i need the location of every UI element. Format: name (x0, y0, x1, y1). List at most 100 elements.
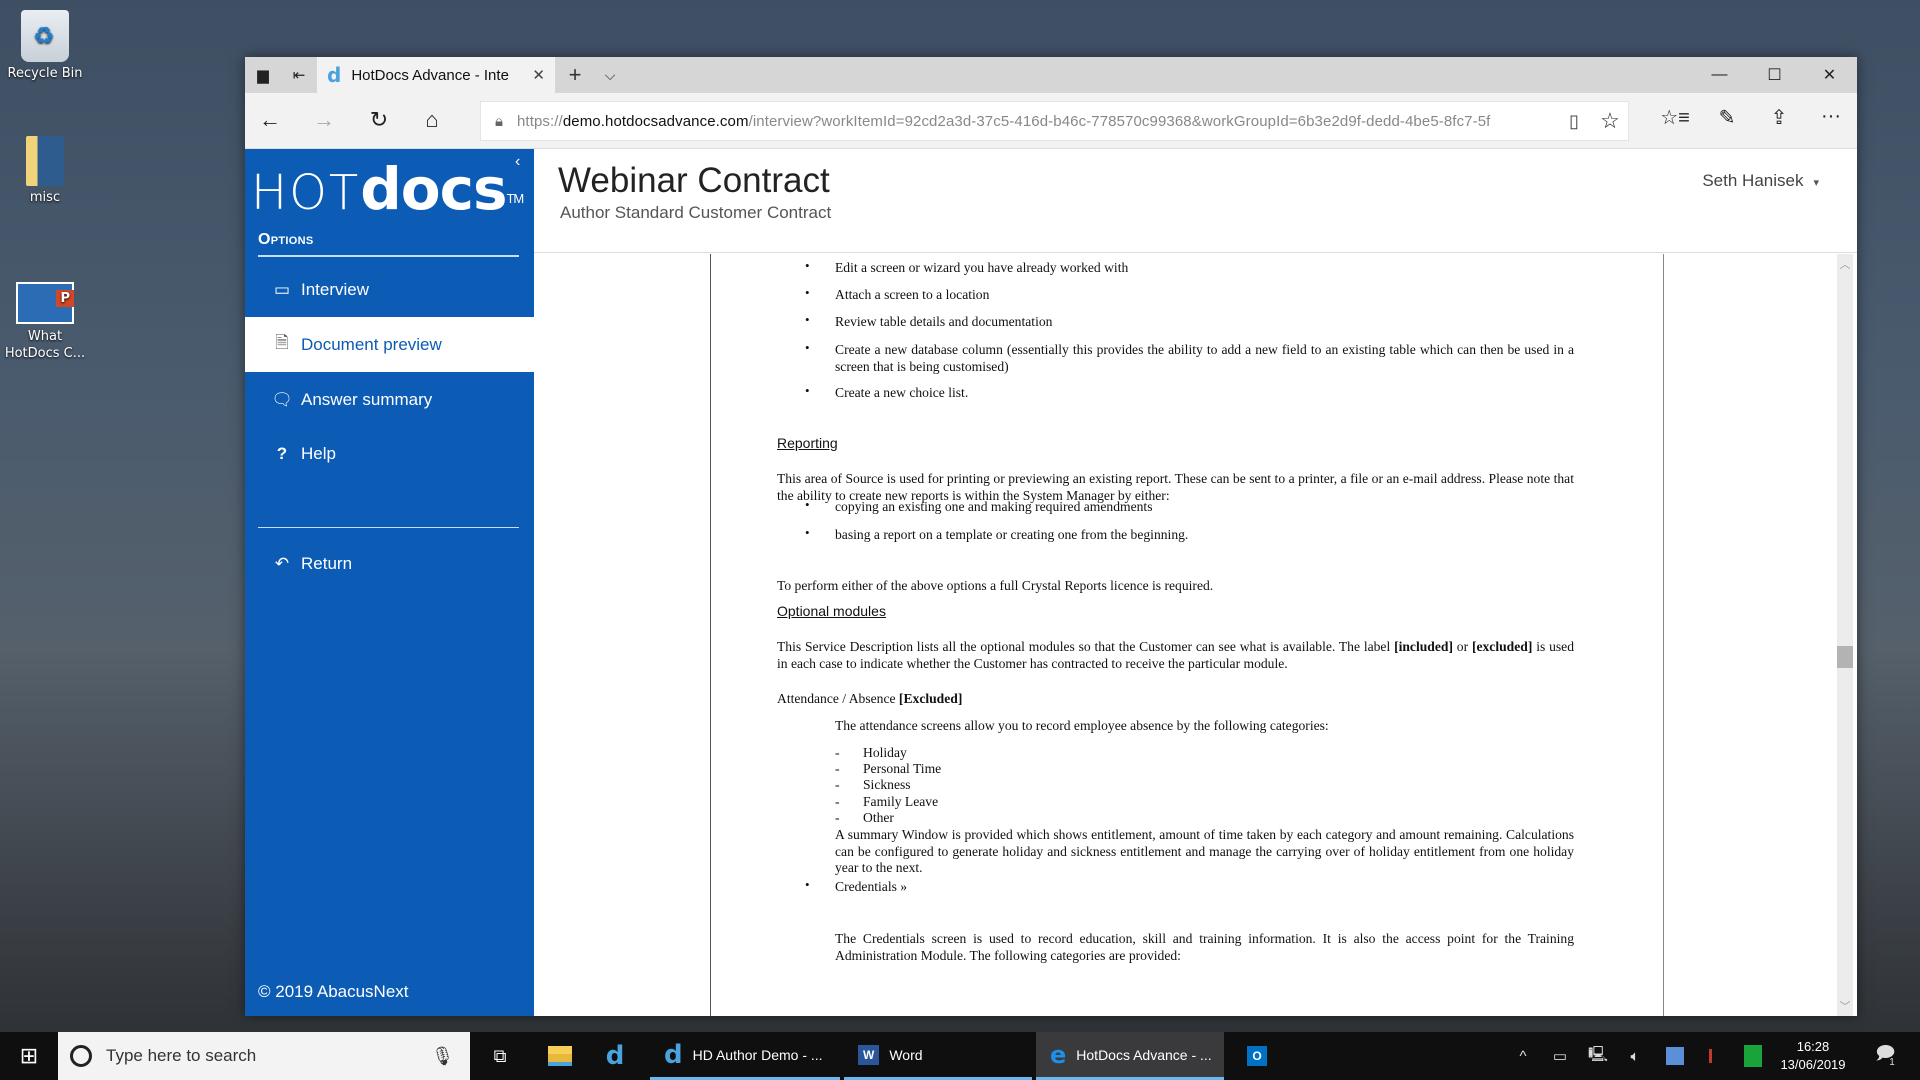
word-icon: W (858, 1044, 880, 1065)
network-icon[interactable]: 🖳︎ (1583, 1032, 1613, 1080)
tray-status-icon[interactable] (1738, 1032, 1768, 1080)
sidebar-item-document-preview[interactable]: 🗎︎ Document preview (245, 317, 534, 372)
volume-icon[interactable]: 🔈︎ (1620, 1032, 1650, 1080)
desktop-icon-misc[interactable]: misc (0, 136, 90, 205)
tray-app-icon[interactable] (1660, 1032, 1690, 1080)
hotdocs-pinned-icon[interactable]: d (590, 1032, 640, 1080)
desktop-icon-what-hotdocs[interactable]: What HotDocs C... (0, 282, 90, 362)
sidebar: HOTdocsTM ‹ Options ▭ Interview 🗎︎ Docum… (245, 149, 534, 1016)
bullet: • (805, 312, 810, 327)
scrollbar-thumb[interactable] (1837, 646, 1853, 668)
dash: - (835, 745, 840, 760)
browser-window: ▆ ⇤ d HotDocs Advance - Inte ✕ + ⌵ — ☐ ✕… (245, 57, 1857, 1016)
desktop-icon-label: What HotDocs C... (4, 329, 86, 361)
taskbar-app-label: Word (889, 1046, 923, 1063)
chat-bubbles-icon: 🗨︎ (271, 389, 293, 409)
show-hidden-icons-chevron[interactable]: ^ (1508, 1032, 1538, 1080)
category-item: Holiday (863, 745, 907, 760)
taskbar-app-label: HotDocs Advance - ... (1076, 1046, 1212, 1063)
taskbar-search[interactable]: Type here to search 🎙︎ (58, 1032, 470, 1080)
bullet: • (805, 877, 810, 892)
browser-tab[interactable]: d HotDocs Advance - Inte ✕ (317, 57, 555, 93)
user-menu[interactable]: Seth Hanisek ▾ (1702, 171, 1819, 191)
sidebar-item-interview[interactable]: ▭ Interview (245, 262, 534, 317)
close-window-button[interactable]: ✕ (1802, 57, 1857, 93)
sidebar-item-help[interactable]: ? Help (245, 426, 534, 481)
more-menu-icon[interactable]: ··· (1805, 105, 1857, 130)
url-scheme: https:// (516, 112, 563, 130)
file-explorer-icon[interactable] (535, 1032, 585, 1080)
start-button[interactable]: ⊞ (0, 1032, 58, 1080)
taskbar-app-hotdocs-advance[interactable]: e HotDocs Advance - ... (1036, 1032, 1224, 1080)
url-text[interactable]: https://demo.hotdocsadvance.com/intervie… (517, 113, 1556, 130)
document-page: • Edit a screen or wizard you have alrea… (710, 254, 1664, 1016)
refresh-button[interactable]: ↻ (362, 105, 396, 135)
category-item: Sickness (863, 777, 911, 792)
module-title-attendance: Attendance / Absence [Excluded] (777, 691, 963, 706)
battery-icon[interactable]: ▭ (1545, 1032, 1575, 1080)
sidebar-item-return[interactable]: ↶ Return (245, 536, 534, 591)
clock[interactable]: 16:28 13/06/2019 (1770, 1038, 1856, 1074)
user-name: Seth Hanisek (1702, 171, 1804, 190)
tab-list-chevron-icon[interactable]: ⌵ (595, 67, 625, 84)
favorite-star-icon[interactable]: ☆ (1592, 108, 1628, 134)
section-heading-optional-modules: Optional modules (777, 603, 886, 619)
time: 16:28 (1796, 1039, 1830, 1054)
sidebar-item-label: Interview (301, 279, 370, 299)
paragraph: The attendance screens allow you to reco… (835, 718, 1329, 733)
task-view-icon[interactable]: ⧉ (475, 1032, 525, 1080)
bullet: • (805, 340, 810, 355)
forward-button[interactable]: → (307, 105, 341, 135)
share-icon[interactable]: ⇪ (1753, 105, 1805, 130)
collapse-sidebar-icon[interactable]: ‹ (515, 153, 520, 171)
address-bar[interactable]: 🔒︎ https://demo.hotdocsadvance.com/inter… (480, 101, 1629, 141)
list-item: Credentials » (835, 879, 908, 894)
search-placeholder: Type here to search (106, 1046, 257, 1065)
scroll-up-icon[interactable]: ︿ (1837, 256, 1853, 272)
url-path: /interview?workItemId=92cd2a3d-37c5-416d… (748, 112, 1491, 130)
back-button[interactable]: ← (253, 105, 287, 135)
paragraph: The Credentials screen is used to record… (835, 931, 1574, 963)
divider (258, 527, 519, 528)
section-heading-reporting: Reporting (777, 435, 838, 451)
recycle-bin-icon (21, 10, 69, 62)
list-item: Review table details and documentation (835, 314, 1053, 329)
help-icon: ? (276, 443, 288, 463)
new-tab-button[interactable]: + (555, 62, 595, 88)
sidebar-item-answer-summary[interactable]: 🗨︎ Answer summary (245, 372, 534, 427)
options-heading: Options (258, 231, 314, 248)
tab-title: HotDocs Advance - Inte (351, 66, 509, 84)
monitor-icon: ▭ (273, 279, 291, 299)
taskbar-app-hd-author[interactable]: d HD Author Demo - ... (650, 1032, 840, 1080)
maximize-button[interactable]: ☐ (1747, 57, 1802, 93)
favorites-hub-icon[interactable]: ☆≡ (1649, 105, 1701, 130)
set-aside-tabs-icon[interactable]: ▆ (245, 57, 281, 93)
dash: - (835, 794, 840, 809)
lock-icon: 🔒︎ (495, 112, 503, 130)
folder-icon (26, 136, 64, 186)
reading-view-icon[interactable]: ▯ (1556, 111, 1592, 132)
scroll-down-icon[interactable]: ﹀ (1837, 998, 1853, 1014)
bullet: • (805, 285, 810, 300)
taskbar-app-word[interactable]: W Word (844, 1032, 1032, 1080)
close-tab-icon[interactable]: ✕ (532, 66, 545, 84)
vertical-scrollbar[interactable]: ︿ ﹀ (1837, 254, 1853, 1016)
category-item: Family Leave (863, 794, 939, 809)
home-button[interactable]: ⌂ (415, 105, 449, 135)
sidebar-item-label: Document preview (301, 334, 442, 354)
category-item: Personal Time (863, 761, 942, 776)
page-subtitle: Author Standard Customer Contract (560, 203, 832, 222)
web-notes-icon[interactable]: ✎ (1701, 105, 1753, 130)
minimize-button[interactable]: — (1692, 57, 1747, 93)
outlook-icon[interactable]: O (1232, 1032, 1282, 1080)
tabs-aside-icon[interactable]: ⇤ (281, 57, 317, 93)
hotdocs-author-icon: d (664, 1039, 683, 1070)
action-center-icon[interactable]: 🗩︎ 1 (1868, 1032, 1908, 1080)
cortana-icon (70, 1045, 92, 1067)
paragraph: To perform either of the above options a… (777, 578, 1214, 593)
tray-flag-icon[interactable] (1700, 1032, 1720, 1080)
microphone-icon[interactable]: 🎙︎ (431, 1046, 454, 1067)
category-item: Other (863, 810, 894, 825)
list-item: basing a report on a template or creatin… (835, 527, 1189, 542)
desktop-icon-recycle-bin[interactable]: Recycle Bin (0, 10, 90, 81)
